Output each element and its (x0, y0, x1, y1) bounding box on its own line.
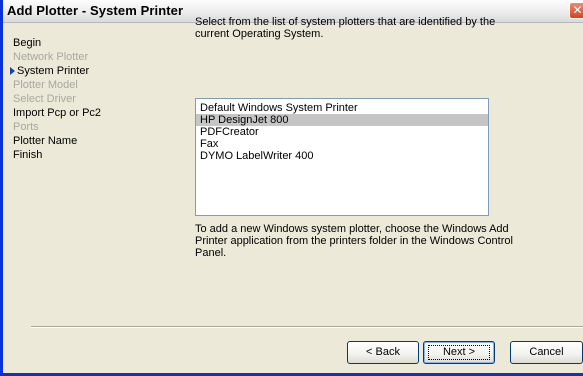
dialog-title: Add Plotter - System Printer (7, 3, 184, 18)
button-divider (31, 326, 583, 328)
back-button[interactable]: < Back (347, 341, 419, 364)
instruction-text: Select from the list of system plotters … (195, 16, 496, 40)
step-plotter-model: Plotter Model (13, 79, 78, 91)
list-item-selected[interactable]: HP DesignJet 800 (196, 114, 488, 126)
step-ports: Ports (13, 121, 39, 133)
close-icon[interactable]: ✕ (569, 2, 583, 19)
step-plotter-name: Plotter Name (13, 135, 78, 147)
step-finish: Finish (13, 149, 43, 161)
cancel-button[interactable]: Cancel (510, 341, 583, 364)
focus-rectangle (428, 345, 490, 360)
next-button[interactable]: Next > (423, 341, 495, 364)
step-system-printer: System Printer (10, 64, 90, 78)
add-plotter-dialog: Add Plotter - System Printer ✕ Begin Net… (0, 0, 583, 376)
step-network-plotter: Network Plotter (13, 51, 89, 63)
list-item[interactable]: PDFCreator (196, 126, 488, 138)
step-select-driver: Select Driver (13, 93, 76, 105)
current-step-arrow-icon (10, 67, 15, 75)
list-item[interactable]: Fax (196, 138, 488, 150)
system-printer-list[interactable]: Default Windows System Printer HP Design… (195, 98, 489, 216)
step-system-printer-label: System Printer (17, 65, 90, 77)
step-import-pcp: Import Pcp or Pc2 (13, 107, 102, 119)
list-item[interactable]: Default Windows System Printer (196, 102, 488, 114)
step-begin: Begin (13, 37, 42, 49)
add-printer-info-text: To add a new Windows system plotter, cho… (195, 223, 513, 259)
list-item[interactable]: DYMO LabelWriter 400 (196, 150, 488, 162)
